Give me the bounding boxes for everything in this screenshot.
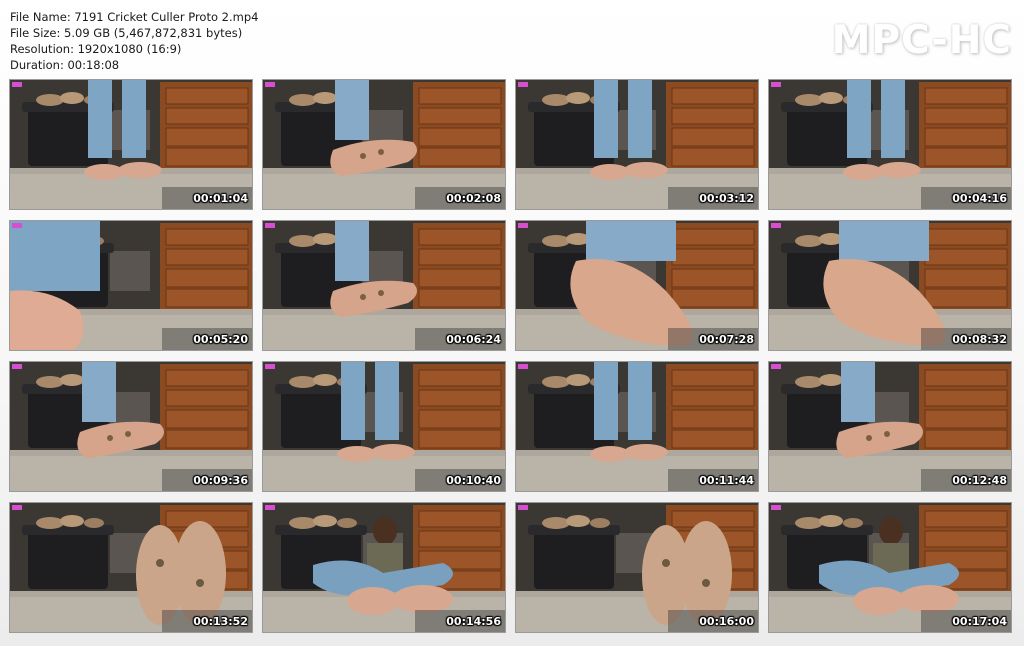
thumbnail-timestamp: 00:02:08	[446, 192, 501, 205]
video-thumbnail: 00:08:32	[768, 220, 1012, 351]
watermark-tag	[265, 505, 275, 510]
duration-text: Duration: 00:18:08	[10, 58, 120, 72]
watermark-tag	[265, 82, 275, 87]
thumbnail-timestamp: 00:11:44	[699, 474, 754, 487]
video-thumbnail: 00:14:56	[262, 502, 506, 633]
thumbnail-timestamp: 00:10:40	[446, 474, 501, 487]
video-thumbnail: 00:11:44	[515, 361, 759, 492]
video-thumbnail: 00:04:16	[768, 79, 1012, 210]
video-thumbnail: 00:07:28	[515, 220, 759, 351]
watermark-tag	[12, 223, 22, 228]
video-thumbnail: 00:17:04	[768, 502, 1012, 633]
watermark-tag	[12, 364, 22, 369]
thumbnail-timestamp: 00:08:32	[952, 333, 1007, 346]
watermark-tag	[12, 505, 22, 510]
video-thumbnail: 00:12:48	[768, 361, 1012, 492]
watermark-tag	[771, 505, 781, 510]
thumbnail-timestamp: 00:13:52	[193, 615, 248, 628]
file-name-text: File Name: 7191 Cricket Culler Proto 2.m…	[10, 10, 259, 24]
thumbnail-timestamp: 00:04:16	[952, 192, 1007, 205]
file-info-panel: File Name: 7191 Cricket Culler Proto 2.m…	[10, 9, 258, 73]
video-thumbnail: 00:10:40	[262, 361, 506, 492]
thumbnail-timestamp: 00:01:04	[193, 192, 248, 205]
mpc-hc-logo: MPC-HC	[831, 18, 1012, 63]
watermark-tag	[518, 223, 528, 228]
thumbnail-timestamp: 00:12:48	[952, 474, 1007, 487]
video-thumbnail: 00:16:00	[515, 502, 759, 633]
video-thumbnail: 00:06:24	[262, 220, 506, 351]
file-size-text: File Size: 5.09 GB (5,467,872,831 bytes)	[10, 26, 243, 40]
thumbnail-timestamp: 00:06:24	[446, 333, 501, 346]
watermark-tag	[771, 364, 781, 369]
thumbnail-timestamp: 00:07:28	[699, 333, 754, 346]
watermark-tag	[518, 82, 528, 87]
thumbnail-timestamp: 00:16:00	[699, 615, 754, 628]
watermark-tag	[12, 82, 22, 87]
watermark-tag	[771, 82, 781, 87]
watermark-tag	[265, 223, 275, 228]
video-thumbnail: 00:03:12	[515, 79, 759, 210]
video-thumbnail: 00:09:36	[9, 361, 253, 492]
thumbnail-timestamp: 00:05:20	[193, 333, 248, 346]
watermark-tag	[518, 364, 528, 369]
thumbnail-timestamp: 00:09:36	[193, 474, 248, 487]
video-thumbnail: 00:05:20	[9, 220, 253, 351]
resolution-text: Resolution: 1920x1080 (16:9)	[10, 42, 182, 56]
video-thumbnail: 00:13:52	[9, 502, 253, 633]
video-thumbnail: 00:01:04	[9, 79, 253, 210]
watermark-tag	[771, 223, 781, 228]
thumbnail-timestamp: 00:17:04	[952, 615, 1007, 628]
thumbnail-timestamp: 00:14:56	[446, 615, 501, 628]
thumbnail-timestamp: 00:03:12	[699, 192, 754, 205]
video-thumbnail: 00:02:08	[262, 79, 506, 210]
watermark-tag	[518, 505, 528, 510]
watermark-tag	[265, 364, 275, 369]
